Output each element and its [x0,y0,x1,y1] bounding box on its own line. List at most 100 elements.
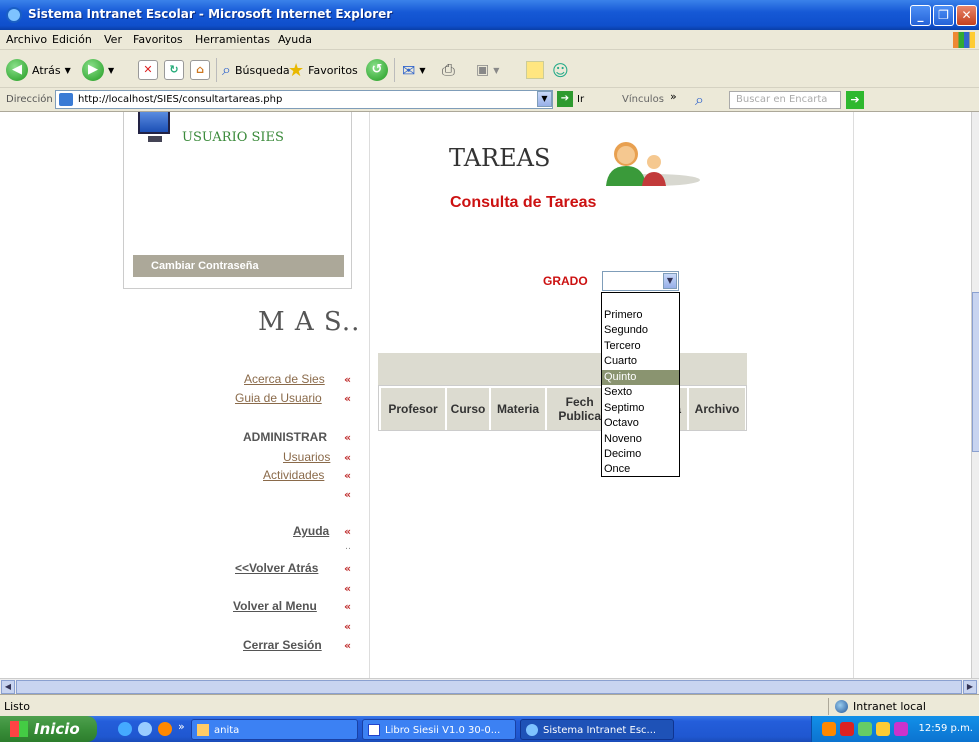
more-heading: M A S.. [258,307,361,337]
grado-option[interactable]: Tercero [602,339,679,354]
table-caption-bar [378,353,747,385]
help-link[interactable]: Ayuda [293,524,329,538]
logout-link[interactable]: Cerrar Sesión [243,638,322,652]
scroll-left-button[interactable]: ◀ [1,680,15,694]
column-header: Curso [447,388,489,430]
menu-link[interactable]: Volver al Menu [233,599,317,613]
favorites-button[interactable]: ★ Favoritos [288,58,358,82]
minimize-button[interactable]: _ [910,5,931,26]
address-dropdown-button[interactable]: ▼ [537,91,552,107]
chevron-right-icon[interactable]: » [178,720,185,733]
edit-icon: ▣ [476,62,490,78]
tray-shield-icon[interactable] [840,722,854,736]
media-quicklaunch-icon[interactable] [158,722,172,736]
forward-arrow-icon: ▶ [82,59,104,81]
page-content: USUARIO SIES Cambiar Contraseña M A S.. … [0,112,971,678]
links-label[interactable]: Vínculos [622,94,664,105]
edit-button[interactable]: ▣ ▼ [476,58,499,82]
chevron-left-icon: « [344,488,352,501]
menu-ver[interactable]: Ver [104,33,122,46]
encarta-go-button[interactable]: ➔ [846,91,864,109]
scroll-right-button[interactable]: ▶ [963,680,977,694]
chevron-down-icon[interactable]: ▼ [663,273,677,289]
tray-messenger-icon[interactable] [894,722,908,736]
tray-network-icon[interactable] [858,722,872,736]
intranet-icon [835,700,848,713]
home-button[interactable]: ⌂ [190,58,210,82]
chevron-right-icon[interactable]: » [670,90,677,103]
guide-link[interactable]: Guia de Usuario [235,391,322,405]
go-arrow-icon[interactable]: ➔ [557,91,573,107]
about-link[interactable]: Acerca de Sies [244,372,325,386]
grado-option[interactable]: Septimo [602,401,679,416]
grado-option[interactable]: Once [602,462,679,477]
admin-heading: ADMINISTRAR [243,430,327,444]
ie-icon [6,7,22,23]
search-button[interactable]: ⌕ Búsqueda [222,58,290,82]
change-password-button[interactable]: Cambiar Contraseña [133,255,344,277]
column-header: Profesor [381,388,445,430]
task-word[interactable]: Libro Siesii V1.0 30-0... [362,719,516,740]
user-group-icon [606,142,700,186]
clock: 12:59 p.m. [918,723,973,734]
menu-ayuda[interactable]: Ayuda [278,33,312,46]
status-bar: Listo Intranet local [0,694,979,716]
page-icon [59,93,73,106]
vertical-scrollbar[interactable] [971,112,979,678]
maximize-button[interactable]: ❐ [933,5,954,26]
chevron-left-icon: « [344,451,352,464]
menu-favoritos[interactable]: Favoritos [133,33,183,46]
column-header: Materia [491,388,545,430]
title-bar: Sistema Intranet Escolar - Microsoft Int… [0,0,979,30]
grado-option[interactable]: Cuarto [602,354,679,369]
address-input[interactable]: http://localhost/SIES/consultartareas.ph… [55,90,553,109]
address-bar: Dirección http://localhost/SIES/consulta… [0,88,979,112]
notes-button[interactable] [526,58,544,82]
home-icon: ⌂ [190,60,210,80]
mail-button[interactable]: ✉ ▼ [402,58,426,82]
go-button[interactable]: Ir [577,94,584,105]
users-link[interactable]: Usuarios [283,450,330,464]
chevron-left-icon: « [344,639,352,652]
desktop-quicklaunch-icon[interactable] [138,722,152,736]
note-icon [526,61,544,79]
history-button[interactable]: ↺ [366,58,388,82]
grado-option[interactable]: Decimo [602,447,679,462]
grado-select[interactable]: ▼ [602,271,679,291]
refresh-button[interactable]: ↻ [164,58,184,82]
chevron-down-icon: ▼ [419,65,426,75]
menu-edicion[interactable]: Edición [52,33,92,46]
close-button[interactable]: ✕ [956,5,977,26]
task-ie[interactable]: Sistema Intranet Esc... [520,719,674,740]
horizontal-scrollbar[interactable]: ◀ ▶ [0,678,979,694]
grado-option-selected[interactable]: Quinto [602,370,679,385]
menu-archivo[interactable]: Archivo [6,33,47,46]
task-anita[interactable]: anita [191,719,358,740]
page-subtitle: Consulta de Tareas [450,194,597,211]
tray-volume-icon[interactable] [876,722,890,736]
stop-button[interactable]: ✕ [138,58,158,82]
activities-link[interactable]: Actividades [263,468,324,482]
forward-button[interactable]: ▶ ▼ [82,58,114,82]
grado-option[interactable]: Segundo [602,323,679,338]
grado-option[interactable]: Sexto [602,385,679,400]
encarta-search-input[interactable]: Buscar en Encarta [729,91,841,109]
back-button[interactable]: ◀ Atrás ▼ [6,58,71,82]
chevron-left-icon: « [344,562,352,575]
chevron-down-icon: ▼ [108,65,115,75]
ie-icon [526,724,538,736]
grado-option[interactable]: Octavo [602,416,679,431]
print-button[interactable]: ⎙ [442,58,455,82]
chevron-down-icon: ▼ [493,65,500,75]
back-link[interactable]: <<Volver Atrás [235,561,318,575]
magnifier-icon: ⌕ [222,60,231,79]
grado-option[interactable]: Noveno [602,432,679,447]
menu-herramientas[interactable]: Herramientas [195,33,270,46]
grado-option[interactable]: Primero [602,308,679,323]
tray-back-icon[interactable] [822,722,836,736]
folder-icon [197,724,209,736]
taskbar: Inicio » anita Libro Siesii V1.0 30-0...… [0,716,979,742]
messenger-button[interactable]: ☺ [552,58,569,82]
start-button[interactable]: Inicio [0,716,97,742]
ie-quicklaunch-icon[interactable] [118,722,132,736]
